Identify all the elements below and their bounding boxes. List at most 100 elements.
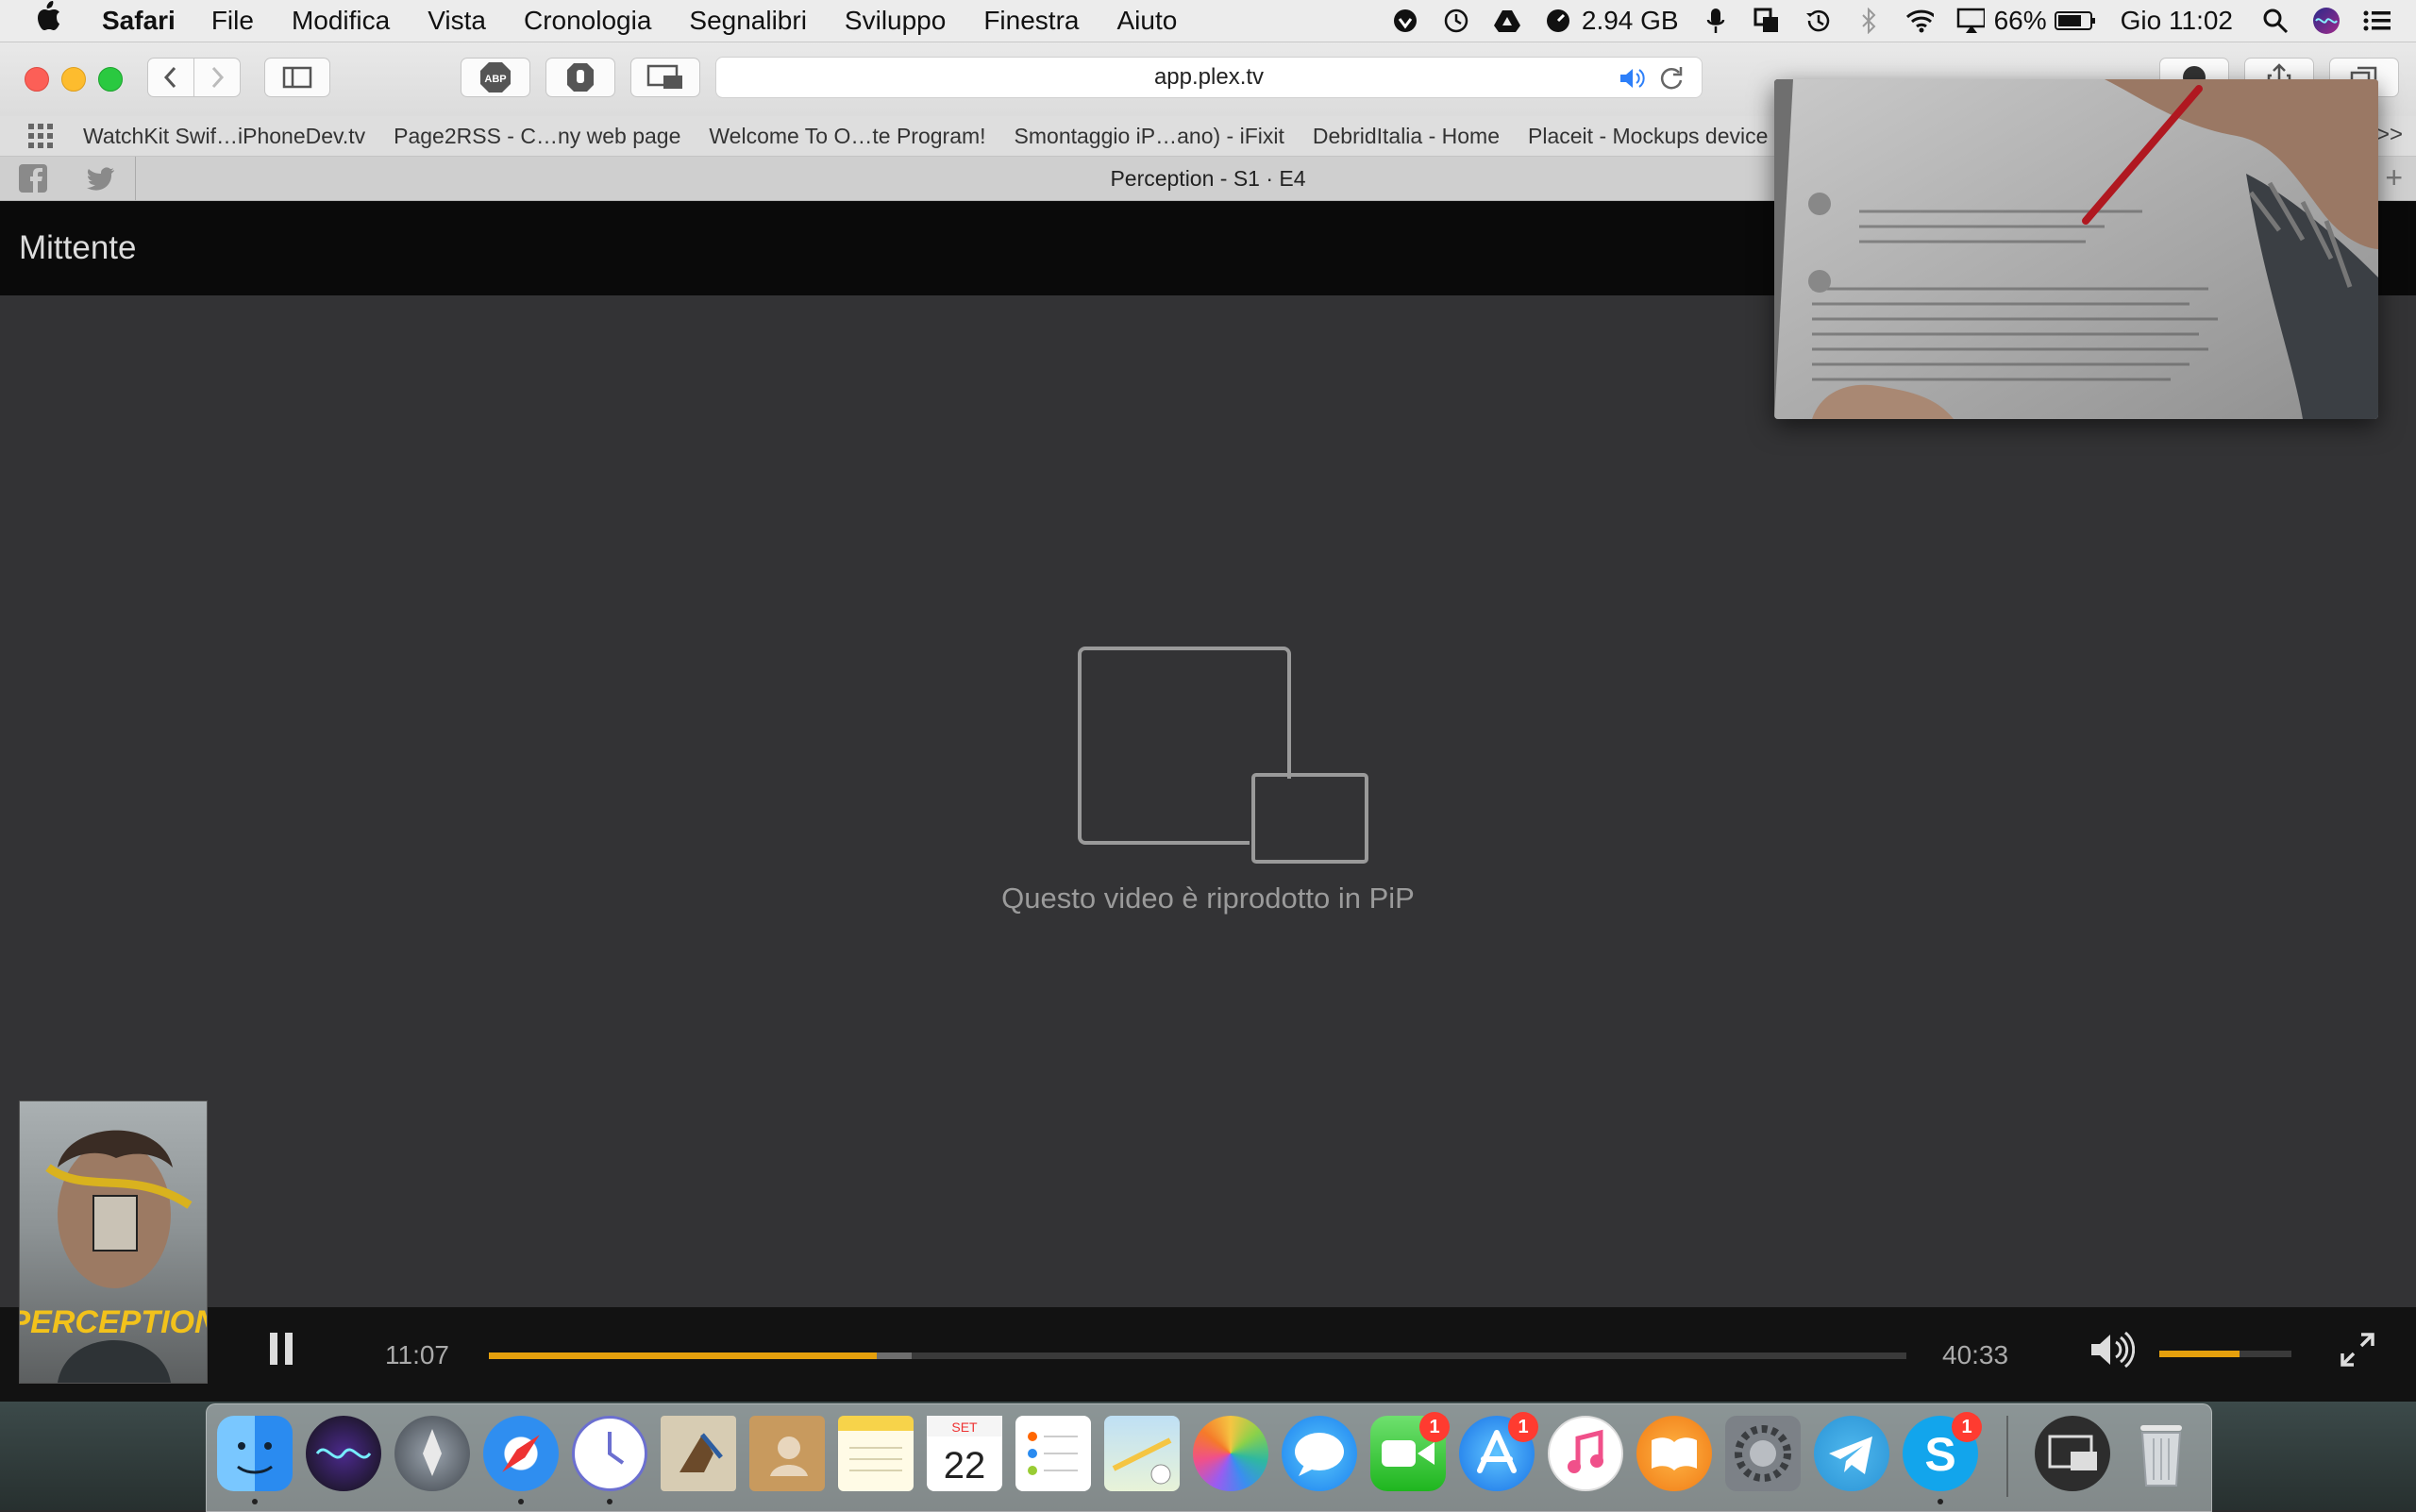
trash-icon[interactable]: [2123, 1416, 2199, 1491]
poster-thumbnail[interactable]: PERCEPTION: [19, 1100, 208, 1384]
bookmark-item[interactable]: Welcome To O…te Program!: [709, 124, 985, 149]
volume-fill: [2159, 1351, 2240, 1357]
fullscreen-icon[interactable]: [2339, 1331, 2376, 1369]
chevron-left-icon: [163, 66, 176, 89]
apps-grid-icon[interactable]: [28, 124, 57, 148]
menubar-clock[interactable]: Gio 11:02: [2121, 6, 2233, 36]
app-store-badge: 1: [1508, 1412, 1538, 1442]
menu-modifica[interactable]: Modifica: [292, 6, 390, 36]
back-button[interactable]: [147, 58, 194, 97]
sidebar-icon: [282, 66, 312, 89]
adblock-icon: ABP: [480, 62, 511, 92]
address-bar[interactable]: app.plex.tv: [715, 57, 1703, 98]
reload-icon[interactable]: [1658, 65, 1685, 92]
chevron-right-icon: [211, 66, 225, 89]
zoom-window-button[interactable]: [98, 67, 123, 92]
menu-finestra[interactable]: Finestra: [983, 6, 1079, 36]
bluetooth-icon[interactable]: [1854, 7, 1883, 35]
vpn-icon[interactable]: [1391, 7, 1419, 35]
skype-badge: 1: [1952, 1412, 1982, 1442]
battery-icon[interactable]: [2054, 7, 2096, 35]
menu-vista[interactable]: Vista: [428, 6, 486, 36]
memory-gauge-icon[interactable]: [1544, 7, 1572, 35]
svg-text:PERCEPTION: PERCEPTION: [20, 1304, 207, 1340]
screen-mirror-icon[interactable]: [1753, 7, 1781, 35]
volume-icon[interactable]: [2089, 1331, 2136, 1369]
new-tab-button[interactable]: +: [2385, 160, 2403, 195]
duration: 40:33: [1942, 1340, 2009, 1369]
mail-icon[interactable]: [661, 1416, 736, 1491]
tab-audio-icon[interactable]: [1619, 66, 1647, 91]
memory-usage[interactable]: 2.94 GB: [1582, 6, 1679, 36]
time-machine-icon[interactable]: [1804, 7, 1832, 35]
battery-percent[interactable]: 66%: [1994, 6, 2047, 36]
apple-menu-icon[interactable]: [34, 0, 74, 42]
bookmark-item[interactable]: Page2RSS - C…ny web page: [394, 124, 680, 149]
google-drive-icon[interactable]: [1493, 7, 1521, 35]
forward-button[interactable]: [193, 58, 241, 97]
pip-video-frame-icon: [1774, 79, 2378, 419]
svg-text:ABP: ABP: [484, 74, 506, 85]
adblock-button[interactable]: ABP: [461, 58, 530, 97]
siri-icon[interactable]: [306, 1416, 381, 1491]
picture-in-picture-icon: [1078, 647, 1368, 864]
notes-icon[interactable]: [838, 1416, 914, 1491]
facetime-badge: 1: [1419, 1412, 1450, 1442]
svg-text:22: 22: [944, 1445, 986, 1487]
pip-toolbar-button[interactable]: [630, 58, 700, 97]
time-tracker-icon[interactable]: [572, 1416, 647, 1491]
menu-aiuto[interactable]: Aiuto: [1116, 6, 1177, 36]
menu-file[interactable]: File: [211, 6, 254, 36]
launchpad-icon[interactable]: [394, 1416, 470, 1491]
contacts-icon[interactable]: [749, 1416, 825, 1491]
shield-icon: [567, 63, 594, 92]
pause-button[interactable]: [270, 1333, 293, 1365]
pip-minimized-icon[interactable]: [2035, 1416, 2110, 1491]
maps-icon[interactable]: [1104, 1416, 1180, 1491]
system-preferences-icon[interactable]: [1725, 1416, 1801, 1491]
telegram-icon[interactable]: [1814, 1416, 1889, 1491]
volume-slider[interactable]: [2159, 1351, 2291, 1357]
microphone-icon[interactable]: [1702, 7, 1730, 35]
svg-text:S: S: [1924, 1428, 1955, 1481]
bookmarks-overflow-button[interactable]: >>: [2376, 122, 2403, 148]
bookmark-item[interactable]: Smontaggio iP…ano) - iFixit: [1015, 124, 1284, 149]
finder-icon[interactable]: [217, 1416, 293, 1491]
clock-icon[interactable]: [1442, 7, 1470, 35]
current-time: 11:07: [385, 1340, 449, 1369]
calendar-icon[interactable]: SET 22: [927, 1416, 1002, 1491]
picture-in-picture-icon: [646, 64, 682, 89]
progress-scrubber[interactable]: [489, 1352, 1906, 1359]
pip-status-message: Questo video è riprodotto in PiP: [1001, 882, 1415, 915]
dock-separator: [2006, 1416, 2008, 1497]
menu-sviluppo[interactable]: Sviluppo: [845, 6, 946, 36]
reminders-icon[interactable]: [1015, 1416, 1091, 1491]
sidebar-toggle-button[interactable]: [264, 58, 330, 97]
bookmark-item[interactable]: DebridItalia - Home: [1313, 124, 1500, 149]
photos-icon[interactable]: [1193, 1416, 1268, 1491]
svg-text:SET: SET: [951, 1420, 978, 1435]
notification-center-icon[interactable]: [2363, 7, 2391, 35]
minimize-window-button[interactable]: [61, 67, 86, 92]
page-title: Mittente: [19, 229, 137, 266]
itunes-icon[interactable]: [1548, 1416, 1623, 1491]
airplay-icon[interactable]: [1956, 7, 1985, 35]
pip-video-window[interactable]: [1774, 79, 2378, 419]
bookmark-item[interactable]: WatchKit Swif…iPhoneDev.tv: [83, 124, 365, 149]
menu-app-name[interactable]: Safari: [102, 6, 176, 36]
spotlight-search-icon[interactable]: [2261, 7, 2290, 35]
siri-icon[interactable]: [2312, 7, 2340, 35]
wifi-icon[interactable]: [1905, 7, 1934, 35]
ibooks-icon[interactable]: [1636, 1416, 1712, 1491]
menu-segnalibri[interactable]: Segnalibri: [689, 6, 807, 36]
ghostery-button[interactable]: [545, 58, 615, 97]
safari-icon[interactable]: [483, 1416, 559, 1491]
menu-cronologia[interactable]: Cronologia: [524, 6, 651, 36]
progress-fill: [489, 1352, 878, 1359]
menu-bar: Safari File Modifica Vista Cronologia Se…: [0, 0, 2416, 42]
close-window-button[interactable]: [25, 67, 49, 92]
address-url[interactable]: app.plex.tv: [1154, 64, 1264, 91]
messages-icon[interactable]: [1282, 1416, 1357, 1491]
poster-artwork-icon: PERCEPTION: [20, 1130, 207, 1383]
bookmark-item[interactable]: Placeit - Mockups device: [1528, 124, 1768, 149]
